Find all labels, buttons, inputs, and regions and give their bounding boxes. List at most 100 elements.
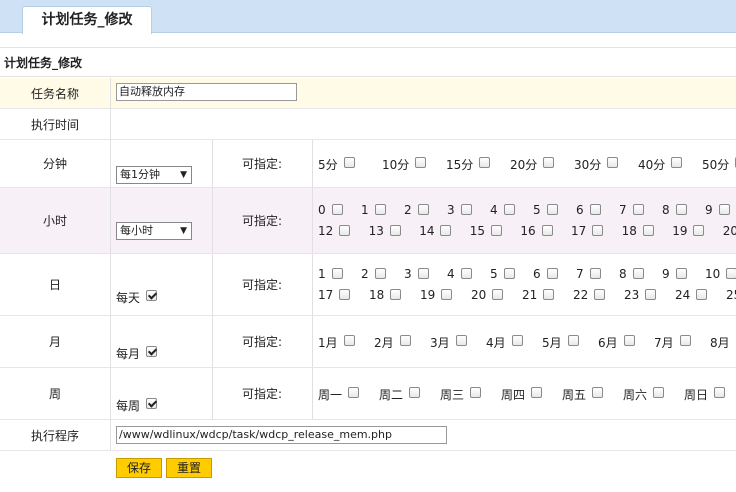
day-option-20[interactable]: 20 xyxy=(471,288,504,302)
week-option-周一[interactable]: 周一 xyxy=(318,386,360,403)
checkbox-checked-icon xyxy=(146,346,158,357)
hour-option-14[interactable]: 14 xyxy=(419,224,452,238)
checkbox-icon xyxy=(389,225,401,236)
month-option-3月[interactable]: 3月 xyxy=(430,334,467,351)
minute-row: 分钟 每1分钟 ▼ 可指定: 5分 10分 15分 20分 30分 40分 50分 xyxy=(0,140,736,188)
hour-option-2[interactable]: 2 xyxy=(404,203,429,217)
day-option-22[interactable]: 22 xyxy=(573,288,606,302)
hour-option-15[interactable]: 15 xyxy=(470,224,503,238)
dropdown-arrow-icon: ▼ xyxy=(180,170,187,180)
minute-option-40分[interactable]: 40分 xyxy=(638,156,683,173)
hour-option-6[interactable]: 6 xyxy=(576,203,601,217)
program-row: 执行程序 /www/wdlinux/wdcp/task/wdcp_release… xyxy=(0,420,736,451)
week-option-周六[interactable]: 周六 xyxy=(623,386,665,403)
checkbox-icon xyxy=(339,289,351,300)
month-option-6月[interactable]: 6月 xyxy=(598,334,635,351)
day-option-label: 17 xyxy=(318,288,334,302)
every-day-checkbox[interactable]: 每天 xyxy=(116,289,158,306)
minute-option-label: 5分 xyxy=(318,158,338,172)
checkbox-icon xyxy=(331,204,343,215)
hour-option-17[interactable]: 17 xyxy=(571,224,604,238)
checkbox-icon xyxy=(632,268,644,279)
checkbox-icon xyxy=(623,335,635,346)
dropdown-arrow-icon: ▼ xyxy=(180,226,187,236)
checkbox-icon xyxy=(409,387,421,398)
week-option-周五[interactable]: 周五 xyxy=(562,386,604,403)
hour-option-label: 8 xyxy=(662,203,670,217)
hour-option-5[interactable]: 5 xyxy=(533,203,558,217)
month-option-8月[interactable]: 8月 xyxy=(710,334,736,351)
day-option-9[interactable]: 9 xyxy=(662,267,687,281)
checkbox-icon xyxy=(567,335,579,346)
week-option-周二[interactable]: 周二 xyxy=(379,386,421,403)
hour-option-4[interactable]: 4 xyxy=(490,203,515,217)
hour-option-1[interactable]: 1 xyxy=(361,203,386,217)
day-option-21[interactable]: 21 xyxy=(522,288,555,302)
day-option-23[interactable]: 23 xyxy=(624,288,657,302)
week-option-周日[interactable]: 周日 xyxy=(684,386,726,403)
hour-option-20[interactable]: 20 xyxy=(723,224,736,238)
day-option-3[interactable]: 3 xyxy=(404,267,429,281)
day-option-17[interactable]: 17 xyxy=(318,288,351,302)
hour-option-label: 9 xyxy=(705,203,713,217)
hour-option-7[interactable]: 7 xyxy=(619,203,644,217)
hour-option-19[interactable]: 19 xyxy=(672,224,705,238)
month-option-7月[interactable]: 7月 xyxy=(654,334,691,351)
hour-option-0[interactable]: 0 xyxy=(318,203,343,217)
day-option-19[interactable]: 19 xyxy=(420,288,453,302)
month-option-1月[interactable]: 1月 xyxy=(318,334,355,351)
checkbox-icon xyxy=(343,335,355,346)
day-option-label: 1 xyxy=(318,267,326,281)
save-button[interactable]: 保存 xyxy=(116,458,162,478)
tab-task-edit[interactable]: 计划任务_修改 xyxy=(22,6,152,34)
month-options: 1月 2月 3月 4月 5月 6月 7月 8月 xyxy=(312,316,736,367)
every-month-checkbox[interactable]: 每月 xyxy=(116,345,158,362)
hour-label: 小时 xyxy=(0,188,111,253)
minute-option-10分[interactable]: 10分 xyxy=(382,156,427,173)
program-path-input[interactable]: /www/wdlinux/wdcp/task/wdcp_release_mem.… xyxy=(116,426,447,444)
day-option-6[interactable]: 6 xyxy=(533,267,558,281)
hour-option-18[interactable]: 18 xyxy=(622,224,654,238)
hour-option-8[interactable]: 8 xyxy=(662,203,687,217)
week-option-周三[interactable]: 周三 xyxy=(440,386,482,403)
month-option-4月[interactable]: 4月 xyxy=(486,334,523,351)
day-option-7[interactable]: 7 xyxy=(576,267,601,281)
month-row: 月 每月 可指定: 1月 2月 3月 4月 5月 6月 7月 8月 xyxy=(0,316,736,368)
month-option-2月[interactable]: 2月 xyxy=(374,334,411,351)
reset-button[interactable]: 重置 xyxy=(166,458,212,478)
month-option-5月[interactable]: 5月 xyxy=(542,334,579,351)
hour-option-3[interactable]: 3 xyxy=(447,203,472,217)
day-option-10[interactable]: 10 xyxy=(705,267,736,281)
day-option-25[interactable]: 25 xyxy=(726,288,736,302)
day-option-8[interactable]: 8 xyxy=(619,267,644,281)
day-option-5[interactable]: 5 xyxy=(490,267,515,281)
day-option-18[interactable]: 18 xyxy=(369,288,402,302)
hour-option-9[interactable]: 9 xyxy=(705,203,730,217)
day-option-2[interactable]: 2 xyxy=(361,267,386,281)
checkbox-icon xyxy=(511,335,523,346)
hour-option-13[interactable]: 13 xyxy=(369,224,401,238)
minute-option-5分[interactable]: 5分 xyxy=(318,156,355,173)
task-name-input[interactable]: 自动释放内存 xyxy=(116,83,297,101)
hour-option-12[interactable]: 12 xyxy=(318,224,351,238)
minute-option-15分[interactable]: 15分 xyxy=(446,156,491,173)
minute-option-label: 30分 xyxy=(574,158,602,172)
every-week-checkbox[interactable]: 每周 xyxy=(116,397,158,414)
minute-select[interactable]: 每1分钟 ▼ xyxy=(116,166,192,184)
checkbox-icon xyxy=(479,157,491,168)
minute-option-30分[interactable]: 30分 xyxy=(574,156,619,173)
checkbox-icon xyxy=(339,225,351,236)
minute-option-20分[interactable]: 20分 xyxy=(510,156,555,173)
week-option-label: 周四 xyxy=(501,388,526,402)
hour-select[interactable]: 每小时 ▼ xyxy=(116,222,192,240)
hour-option-label: 1 xyxy=(361,203,369,217)
hour-option-16[interactable]: 16 xyxy=(520,224,553,238)
day-option-1[interactable]: 1 xyxy=(318,267,343,281)
minute-option-50分[interactable]: 50分 xyxy=(702,156,736,173)
checkbox-icon xyxy=(417,268,429,279)
checkbox-icon xyxy=(492,289,504,300)
day-option-4[interactable]: 4 xyxy=(447,267,472,281)
task-name-row: 任务名称 自动释放内存 xyxy=(0,78,736,109)
day-option-24[interactable]: 24 xyxy=(675,288,708,302)
week-option-周四[interactable]: 周四 xyxy=(501,386,543,403)
